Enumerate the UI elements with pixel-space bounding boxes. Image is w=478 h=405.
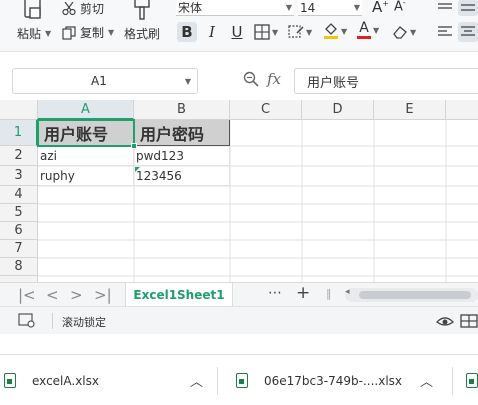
row-header-7[interactable]: 7 (0, 240, 38, 258)
chevron-down-icon: ▼ (184, 76, 191, 86)
download-item-2[interactable]: 06e17bc3-749b-....xlsx ︿ (220, 355, 448, 405)
cell-b1[interactable]: 用户密码 (134, 120, 230, 146)
shrink-font-button[interactable]: A- (394, 0, 406, 14)
more-sheets-icon[interactable]: ⋯ (268, 285, 282, 301)
italic-button[interactable]: I (202, 22, 222, 42)
last-sheet-icon[interactable]: >| (94, 286, 112, 304)
row-header-1[interactable]: 1 (0, 120, 38, 146)
formula-bar: A1 ▼ fx 用户账号 (0, 52, 478, 98)
scissors-icon (62, 1, 76, 15)
row-header-6[interactable]: 6 (0, 222, 38, 240)
align-center-icon[interactable] (458, 22, 478, 42)
chevron-down-icon: ▼ (272, 27, 279, 37)
chevron-down-icon: ▼ (341, 26, 348, 36)
excel-file-icon (236, 373, 248, 388)
downloads-bar: excelA.xlsx ︿ 06e17bc3-749b-....xlsx ︿ (0, 354, 478, 405)
chevron-up-icon[interactable]: ︿ (190, 371, 203, 390)
scroll-lock-status: 滚动锁定 (62, 316, 106, 329)
first-sheet-icon[interactable]: |< (18, 286, 36, 304)
cell-style-icon (288, 25, 304, 38)
split-handle-icon[interactable]: ‖ (326, 287, 332, 300)
column-header-c[interactable]: C (230, 100, 302, 120)
formula-input[interactable]: 用户账号 (294, 68, 478, 94)
bold-button[interactable]: B (177, 22, 197, 42)
paste-button[interactable]: 粘贴 ▼ (17, 25, 51, 42)
column-header-e[interactable]: E (374, 100, 446, 120)
format-painter-button[interactable]: 格式刷 (124, 25, 160, 42)
sheet-tab-active[interactable]: Excel1Sheet1 (125, 283, 233, 306)
cell-b3[interactable]: 123456 (134, 166, 230, 186)
ribbon-toolbar: 粘贴 ▼ 剪切 复制 ▼ 格式刷 宋体 ▼ 14 ▼ A+ A- B I U ▼… (0, 0, 478, 52)
chevron-down-icon: ▼ (373, 25, 380, 35)
insert-function-icon[interactable]: fx (267, 70, 281, 88)
chevron-down-icon: ▼ (410, 27, 417, 37)
cell-a3[interactable]: ruphy (38, 166, 134, 186)
borders-icon (254, 24, 270, 40)
chevron-up-icon[interactable]: ︿ (420, 371, 433, 390)
chevron-down-icon: ▼ (45, 29, 52, 38)
column-header-b[interactable]: B (134, 100, 230, 120)
row-header-8[interactable]: 8 (0, 258, 38, 276)
eye-protection-icon[interactable] (436, 313, 454, 329)
spreadsheet-grid: A B C D E 1 2 3 4 5 6 7 8 用户账号 用户密码 azi … (0, 100, 478, 282)
prev-sheet-icon[interactable]: < (46, 286, 59, 304)
chevron-down-icon: ▼ (285, 3, 292, 12)
cell-a2[interactable]: azi (38, 146, 134, 166)
grow-font-button[interactable]: A+ (372, 0, 389, 16)
fill-bucket-icon (324, 23, 338, 39)
font-color-button[interactable]: A ▼ (357, 21, 379, 39)
row-header-2[interactable]: 2 (0, 146, 38, 166)
download-divider (217, 367, 218, 395)
copy-icon (62, 25, 76, 40)
download-divider (452, 367, 453, 395)
column-header-d[interactable]: D (302, 100, 374, 120)
column-header-a[interactable]: A (38, 100, 134, 120)
number-as-text-indicator (135, 167, 140, 172)
cell-b2[interactable]: pwd123 (134, 146, 230, 166)
fill-color-button[interactable]: ▼ (323, 22, 347, 40)
status-divider (52, 313, 53, 329)
paste-icon[interactable] (22, 0, 44, 23)
align-middle-icon[interactable] (458, 0, 478, 16)
align-top-icon[interactable] (438, 0, 452, 14)
cell-style-button[interactable]: ▼ (288, 24, 312, 40)
copy-button[interactable]: 复制 ▼ (62, 24, 114, 41)
normal-view-icon[interactable] (460, 313, 478, 329)
borders-button[interactable]: ▼ (254, 24, 278, 40)
column-header-f[interactable] (446, 100, 478, 120)
horizontal-scrollbar[interactable]: ◂ (345, 287, 478, 302)
row-header-4[interactable]: 4 (0, 186, 38, 204)
clear-format-button[interactable]: ▼ (392, 24, 416, 40)
formula-tools: fx (243, 70, 281, 88)
select-all-corner[interactable] (0, 100, 38, 120)
chevron-down-icon: ▼ (306, 27, 313, 37)
zoom-icon[interactable] (243, 71, 259, 87)
download-item-1[interactable]: excelA.xlsx ︿ (0, 355, 216, 405)
sheet-tab-bar: |< < > >| Excel1Sheet1 ⋯ + ‖ ◂ (0, 282, 478, 306)
font-size-select[interactable]: 14 ▼ (298, 0, 362, 16)
next-sheet-icon[interactable]: > (70, 286, 83, 304)
macro-record-icon[interactable] (18, 313, 36, 329)
name-box[interactable]: A1 ▼ (12, 68, 198, 94)
scroll-left-icon[interactable]: ◂ (345, 287, 350, 297)
underline-button[interactable]: U (227, 22, 247, 42)
excel-file-icon[interactable] (466, 373, 478, 388)
format-painter-icon[interactable] (132, 0, 152, 25)
fill-handle[interactable] (131, 143, 137, 149)
row-header-5[interactable]: 5 (0, 204, 38, 222)
status-bar: 滚动锁定 (0, 306, 478, 334)
font-name-select[interactable]: 宋体 ▼ (176, 0, 294, 16)
font-color-icon: A (359, 20, 369, 36)
cell-a1[interactable]: 用户账号 (38, 120, 134, 146)
row-header-3[interactable]: 3 (0, 166, 38, 186)
scrollbar-thumb[interactable] (359, 291, 471, 299)
add-sheet-button[interactable]: + (296, 283, 310, 303)
chevron-down-icon: ▼ (108, 28, 115, 37)
eraser-icon (393, 26, 407, 39)
cut-button[interactable]: 剪切 (62, 0, 104, 17)
excel-file-icon (4, 373, 16, 388)
chevron-down-icon: ▼ (353, 3, 360, 12)
align-left-icon[interactable] (438, 25, 452, 42)
